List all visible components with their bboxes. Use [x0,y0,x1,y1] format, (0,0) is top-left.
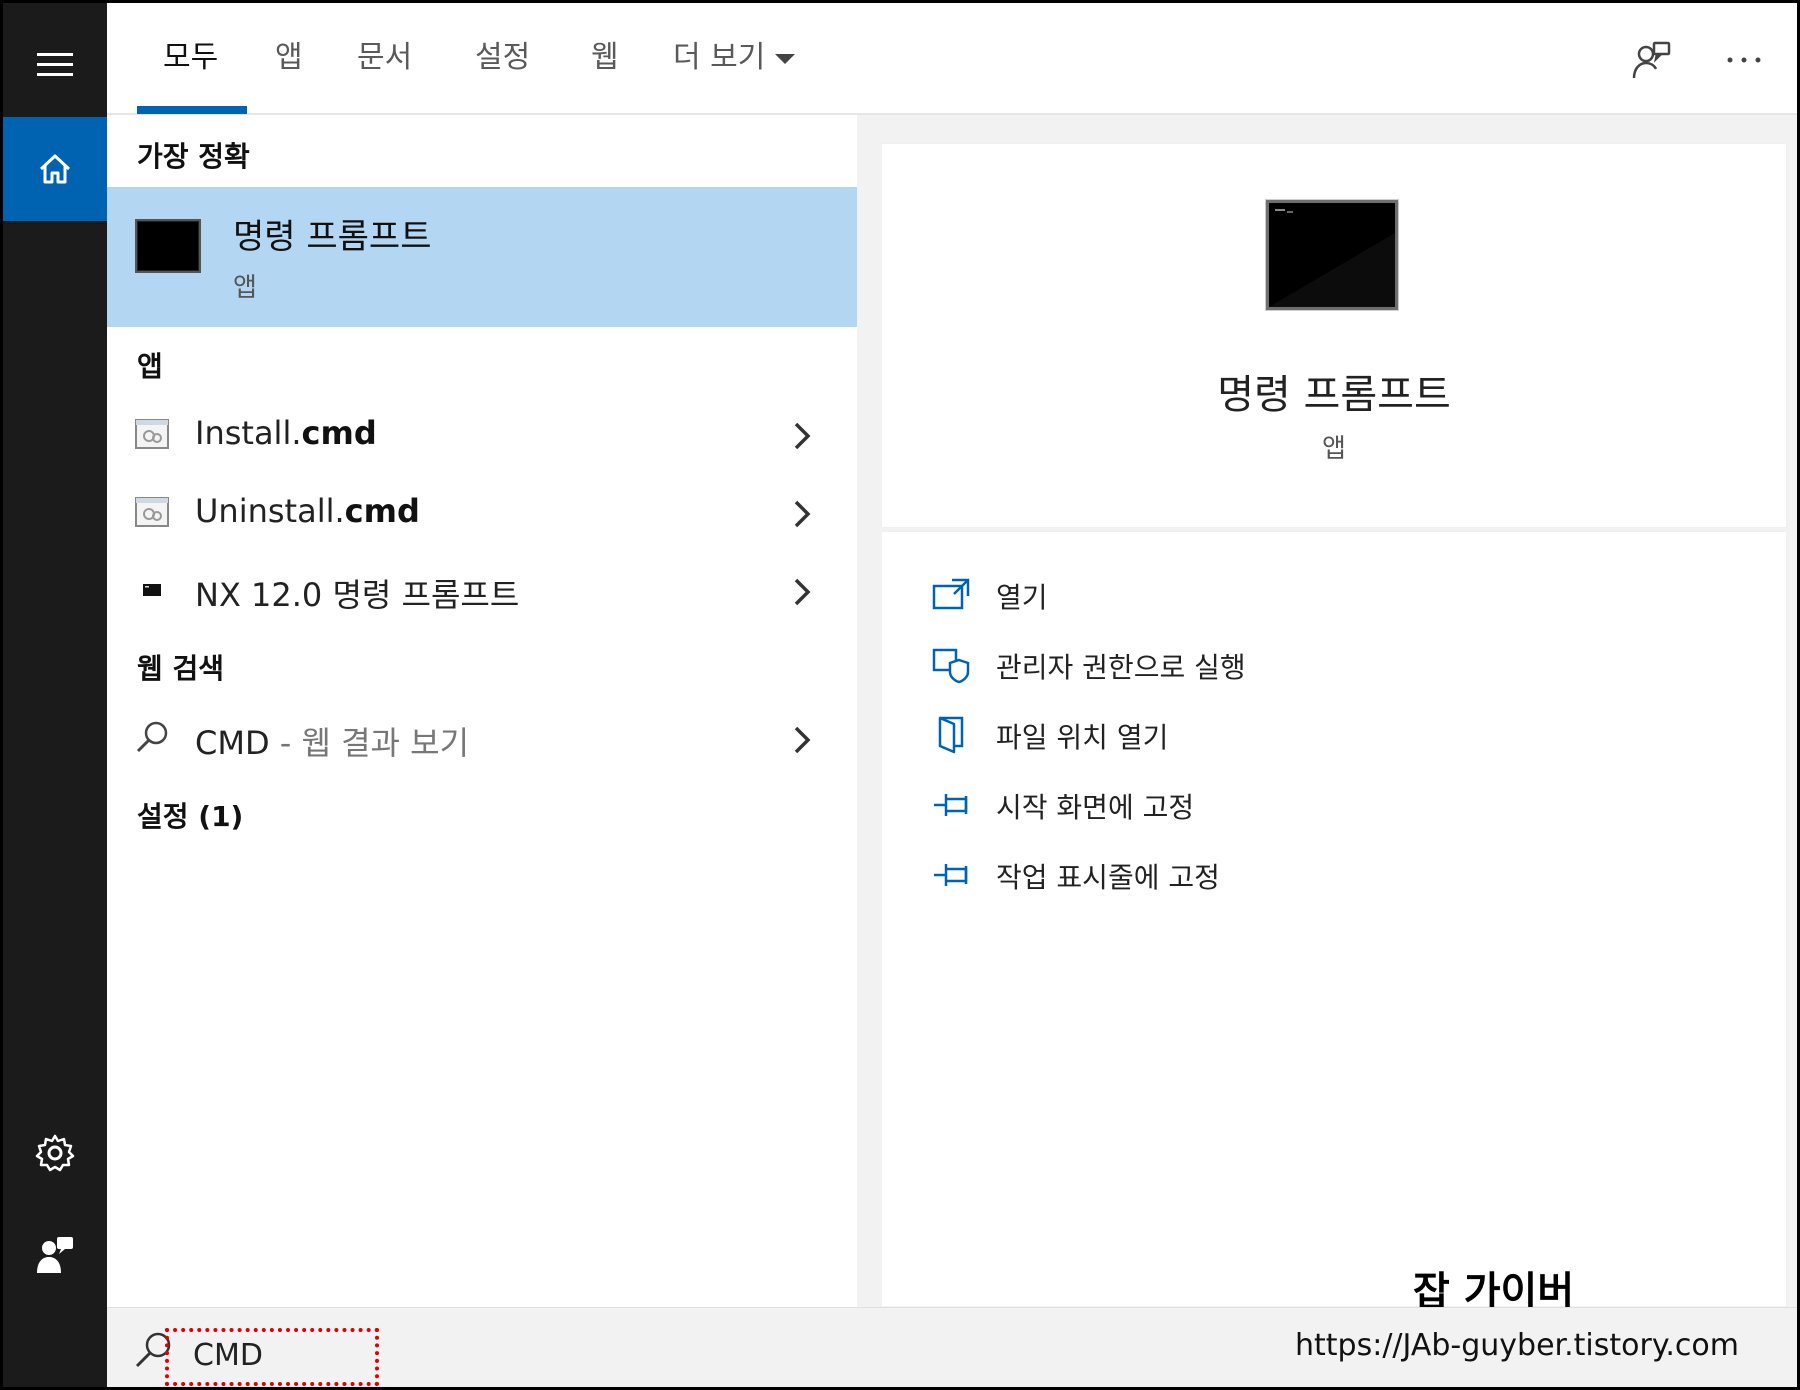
tab-more[interactable]: 더 보기 [673,33,796,83]
chevron-right-icon[interactable] [787,723,817,757]
command-prompt-small-icon [143,584,161,596]
search-icon [136,721,168,753]
feedback-button[interactable] [3,1203,107,1307]
hamburger-icon [37,53,73,76]
filter-tabs: 모두 앱 문서 설정 웹 더 보기 [107,3,1797,115]
feedback-hub-button[interactable] [1625,33,1679,87]
web-result-suffix: - 웹 결과 보기 [269,724,470,762]
left-rail [3,3,107,1387]
caret-down-icon [775,53,796,64]
action-label: 관리자 권한으로 실행 [996,651,1246,684]
home-button[interactable] [3,117,107,221]
watermark-url: https://JAb-guyber.tistory.com [1295,1328,1739,1363]
app-name: Uninstall.cmd [195,492,420,530]
action-label: 파일 위치 열기 [996,721,1169,754]
detail-title: 명령 프롬프트 [1217,372,1451,418]
app-name-match: cmd [301,414,377,452]
open-icon [932,578,970,610]
best-match-subtitle: 앱 [233,273,257,303]
results-list: 가장 정확 명령 프롬프트 앱 앱 Install.cmd Uninstall.… [107,115,857,1307]
more-options-button[interactable] [1717,33,1771,87]
detail-actions: 열기 관리자 권한으로 실행 파일 위치 열기 시작 화면에 고정 작업 표시줄… [881,531,1787,1307]
web-result-label: CMD - 웹 결과 보기 [195,718,469,764]
detail-subtitle: 앱 [1322,434,1346,464]
tab-all[interactable]: 모두 [163,33,218,83]
list-item[interactable]: NX 12.0 명령 프롬프트 [107,557,857,627]
action-label: 작업 표시줄에 고정 [996,861,1220,894]
user-feedback-icon [37,1237,73,1273]
pin-icon [934,864,968,886]
person-feedback-icon [1632,41,1671,79]
app-name: Install.cmd [195,414,377,452]
gear-icon [35,1134,75,1172]
tab-documents[interactable]: 문서 [357,33,412,83]
search-input[interactable] [193,1338,363,1373]
list-item[interactable]: Install.cmd [107,401,857,471]
tab-web[interactable]: 웹 [591,33,619,83]
hamburger-menu-button[interactable] [3,13,107,117]
app-name-plain: Uninstall. [195,492,345,530]
ellipsis-icon [1727,57,1761,63]
web-query: CMD [195,724,270,762]
search-bar: https://JAb-guyber.tistory.com [107,1307,1797,1387]
admin-shield-icon [932,648,970,684]
action-label: 시작 화면에 고정 [996,791,1195,824]
action-label: 열기 [996,581,1048,614]
tab-settings[interactable]: 설정 [475,33,530,83]
best-match-item[interactable]: 명령 프롬프트 앱 [107,187,857,327]
console-window-icon [1269,203,1395,307]
app-name: NX 12.0 명령 프롬프트 [195,576,520,614]
list-item[interactable]: Uninstall.cmd [107,479,857,549]
file-location-icon [938,716,964,754]
settings-button[interactable] [3,1101,107,1205]
app-name-match: cmd [344,492,420,530]
batch-file-icon [135,497,169,527]
tab-more-label: 더 보기 [673,40,766,75]
best-match-title: 명령 프롬프트 [233,217,432,257]
best-match-heading: 가장 정확 [137,140,250,173]
batch-file-icon [135,419,169,449]
settings-heading[interactable]: 설정 (1) [137,795,243,835]
apps-heading: 앱 [137,350,163,383]
web-search-heading: 웹 검색 [137,652,225,685]
tab-apps[interactable]: 앱 [275,33,303,83]
chevron-right-icon[interactable] [787,497,817,531]
pin-icon [934,794,968,816]
active-tab-indicator [137,106,247,114]
chevron-right-icon[interactable] [787,419,817,453]
chevron-right-icon[interactable] [787,575,817,609]
detail-header: 명령 프롬프트 앱 [881,143,1787,528]
command-prompt-large-icon [1266,200,1398,310]
home-icon [39,154,71,184]
app-name-plain: Install. [195,414,302,452]
search-window: 모두 앱 문서 설정 웹 더 보기 가장 정확 명령 프롬프트 앱 앱 Inst… [0,0,1800,1390]
web-result-item[interactable]: CMD - 웹 결과 보기 [107,705,857,775]
command-prompt-icon [135,219,201,273]
